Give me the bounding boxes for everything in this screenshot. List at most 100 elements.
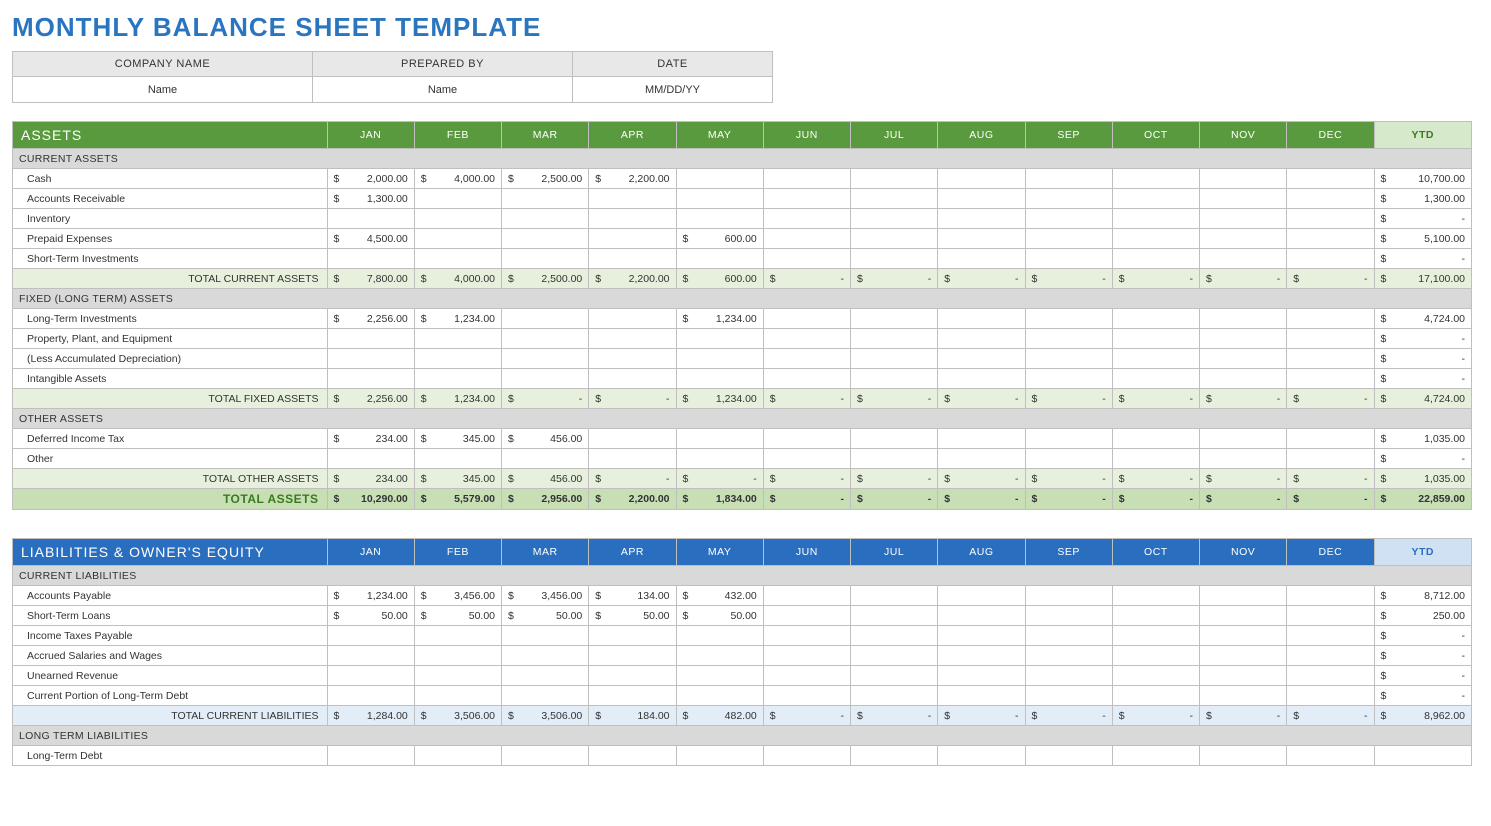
cell[interactable]: $- — [1287, 269, 1374, 289]
cell[interactable] — [414, 686, 501, 706]
cell[interactable] — [938, 686, 1025, 706]
cell[interactable] — [502, 746, 589, 766]
cell[interactable] — [676, 189, 763, 209]
cell[interactable]: $- — [1287, 389, 1374, 409]
cell[interactable]: $2,200.00 — [589, 269, 676, 289]
cell[interactable] — [1287, 169, 1374, 189]
cell[interactable]: $8,712.00 — [1374, 586, 1471, 606]
cell[interactable] — [763, 686, 850, 706]
cell[interactable] — [1287, 686, 1374, 706]
info-company-value[interactable]: Name — [13, 77, 313, 103]
cell[interactable] — [1200, 169, 1287, 189]
cell[interactable] — [676, 666, 763, 686]
cell[interactable] — [676, 626, 763, 646]
cell[interactable] — [676, 686, 763, 706]
cell[interactable]: $234.00 — [327, 429, 414, 449]
cell[interactable] — [502, 646, 589, 666]
cell[interactable] — [414, 249, 501, 269]
cell[interactable] — [502, 686, 589, 706]
cell[interactable] — [502, 369, 589, 389]
cell[interactable] — [1287, 666, 1374, 686]
cell[interactable] — [1025, 626, 1112, 646]
cell[interactable] — [1200, 229, 1287, 249]
cell[interactable]: $2,256.00 — [327, 389, 414, 409]
cell[interactable]: $- — [1112, 389, 1199, 409]
cell[interactable]: $3,506.00 — [502, 706, 589, 726]
cell[interactable] — [1287, 369, 1374, 389]
cell[interactable] — [1112, 309, 1199, 329]
cell[interactable]: $- — [1112, 706, 1199, 726]
cell[interactable] — [1200, 189, 1287, 209]
cell[interactable] — [1112, 449, 1199, 469]
cell[interactable] — [1112, 169, 1199, 189]
cell[interactable] — [589, 626, 676, 646]
cell[interactable]: $1,300.00 — [327, 189, 414, 209]
cell[interactable] — [851, 209, 938, 229]
cell[interactable] — [1200, 309, 1287, 329]
cell[interactable]: $- — [1200, 269, 1287, 289]
cell[interactable] — [589, 666, 676, 686]
cell[interactable] — [1025, 429, 1112, 449]
cell[interactable]: $2,200.00 — [589, 489, 676, 510]
cell[interactable]: $- — [1287, 706, 1374, 726]
cell[interactable]: $600.00 — [676, 269, 763, 289]
cell[interactable] — [851, 746, 938, 766]
cell[interactable]: $482.00 — [676, 706, 763, 726]
cell[interactable] — [1287, 586, 1374, 606]
cell[interactable] — [763, 329, 850, 349]
cell[interactable] — [1025, 369, 1112, 389]
cell[interactable] — [938, 229, 1025, 249]
cell[interactable] — [676, 349, 763, 369]
cell[interactable]: $50.00 — [502, 606, 589, 626]
cell[interactable] — [851, 686, 938, 706]
cell[interactable]: $2,000.00 — [327, 169, 414, 189]
cell[interactable]: $- — [938, 469, 1025, 489]
cell[interactable] — [938, 309, 1025, 329]
cell[interactable] — [1112, 586, 1199, 606]
cell[interactable] — [327, 209, 414, 229]
cell[interactable] — [938, 606, 1025, 626]
cell[interactable] — [1025, 189, 1112, 209]
cell[interactable] — [851, 429, 938, 449]
cell[interactable] — [1112, 606, 1199, 626]
cell[interactable]: $50.00 — [327, 606, 414, 626]
cell[interactable] — [1112, 429, 1199, 449]
cell[interactable] — [938, 369, 1025, 389]
cell[interactable] — [327, 349, 414, 369]
cell[interactable]: $- — [1374, 666, 1471, 686]
cell[interactable] — [763, 606, 850, 626]
cell[interactable] — [1025, 209, 1112, 229]
cell[interactable] — [938, 429, 1025, 449]
cell[interactable] — [1112, 229, 1199, 249]
info-preparedby-value[interactable]: Name — [313, 77, 573, 103]
cell[interactable] — [763, 746, 850, 766]
cell[interactable]: $- — [763, 469, 850, 489]
cell[interactable] — [1112, 189, 1199, 209]
cell[interactable]: $2,200.00 — [589, 169, 676, 189]
cell[interactable]: $345.00 — [414, 429, 501, 449]
cell[interactable] — [1025, 646, 1112, 666]
cell[interactable] — [763, 209, 850, 229]
cell[interactable] — [1025, 329, 1112, 349]
cell[interactable] — [851, 169, 938, 189]
cell[interactable]: $- — [1200, 389, 1287, 409]
cell[interactable] — [414, 449, 501, 469]
cell[interactable] — [502, 249, 589, 269]
cell[interactable]: $1,834.00 — [676, 489, 763, 510]
cell[interactable]: $456.00 — [502, 469, 589, 489]
cell[interactable] — [502, 349, 589, 369]
cell[interactable] — [938, 349, 1025, 369]
cell[interactable]: $234.00 — [327, 469, 414, 489]
cell[interactable] — [1200, 329, 1287, 349]
cell[interactable]: $184.00 — [589, 706, 676, 726]
cell[interactable] — [938, 646, 1025, 666]
info-date-value[interactable]: MM/DD/YY — [573, 77, 773, 103]
cell[interactable] — [1112, 746, 1199, 766]
cell[interactable] — [676, 249, 763, 269]
cell[interactable]: $10,290.00 — [327, 489, 414, 510]
cell[interactable] — [1025, 606, 1112, 626]
cell[interactable]: $- — [938, 269, 1025, 289]
cell[interactable]: $17,100.00 — [1374, 269, 1471, 289]
cell[interactable]: $- — [1374, 329, 1471, 349]
cell[interactable]: $- — [1112, 469, 1199, 489]
